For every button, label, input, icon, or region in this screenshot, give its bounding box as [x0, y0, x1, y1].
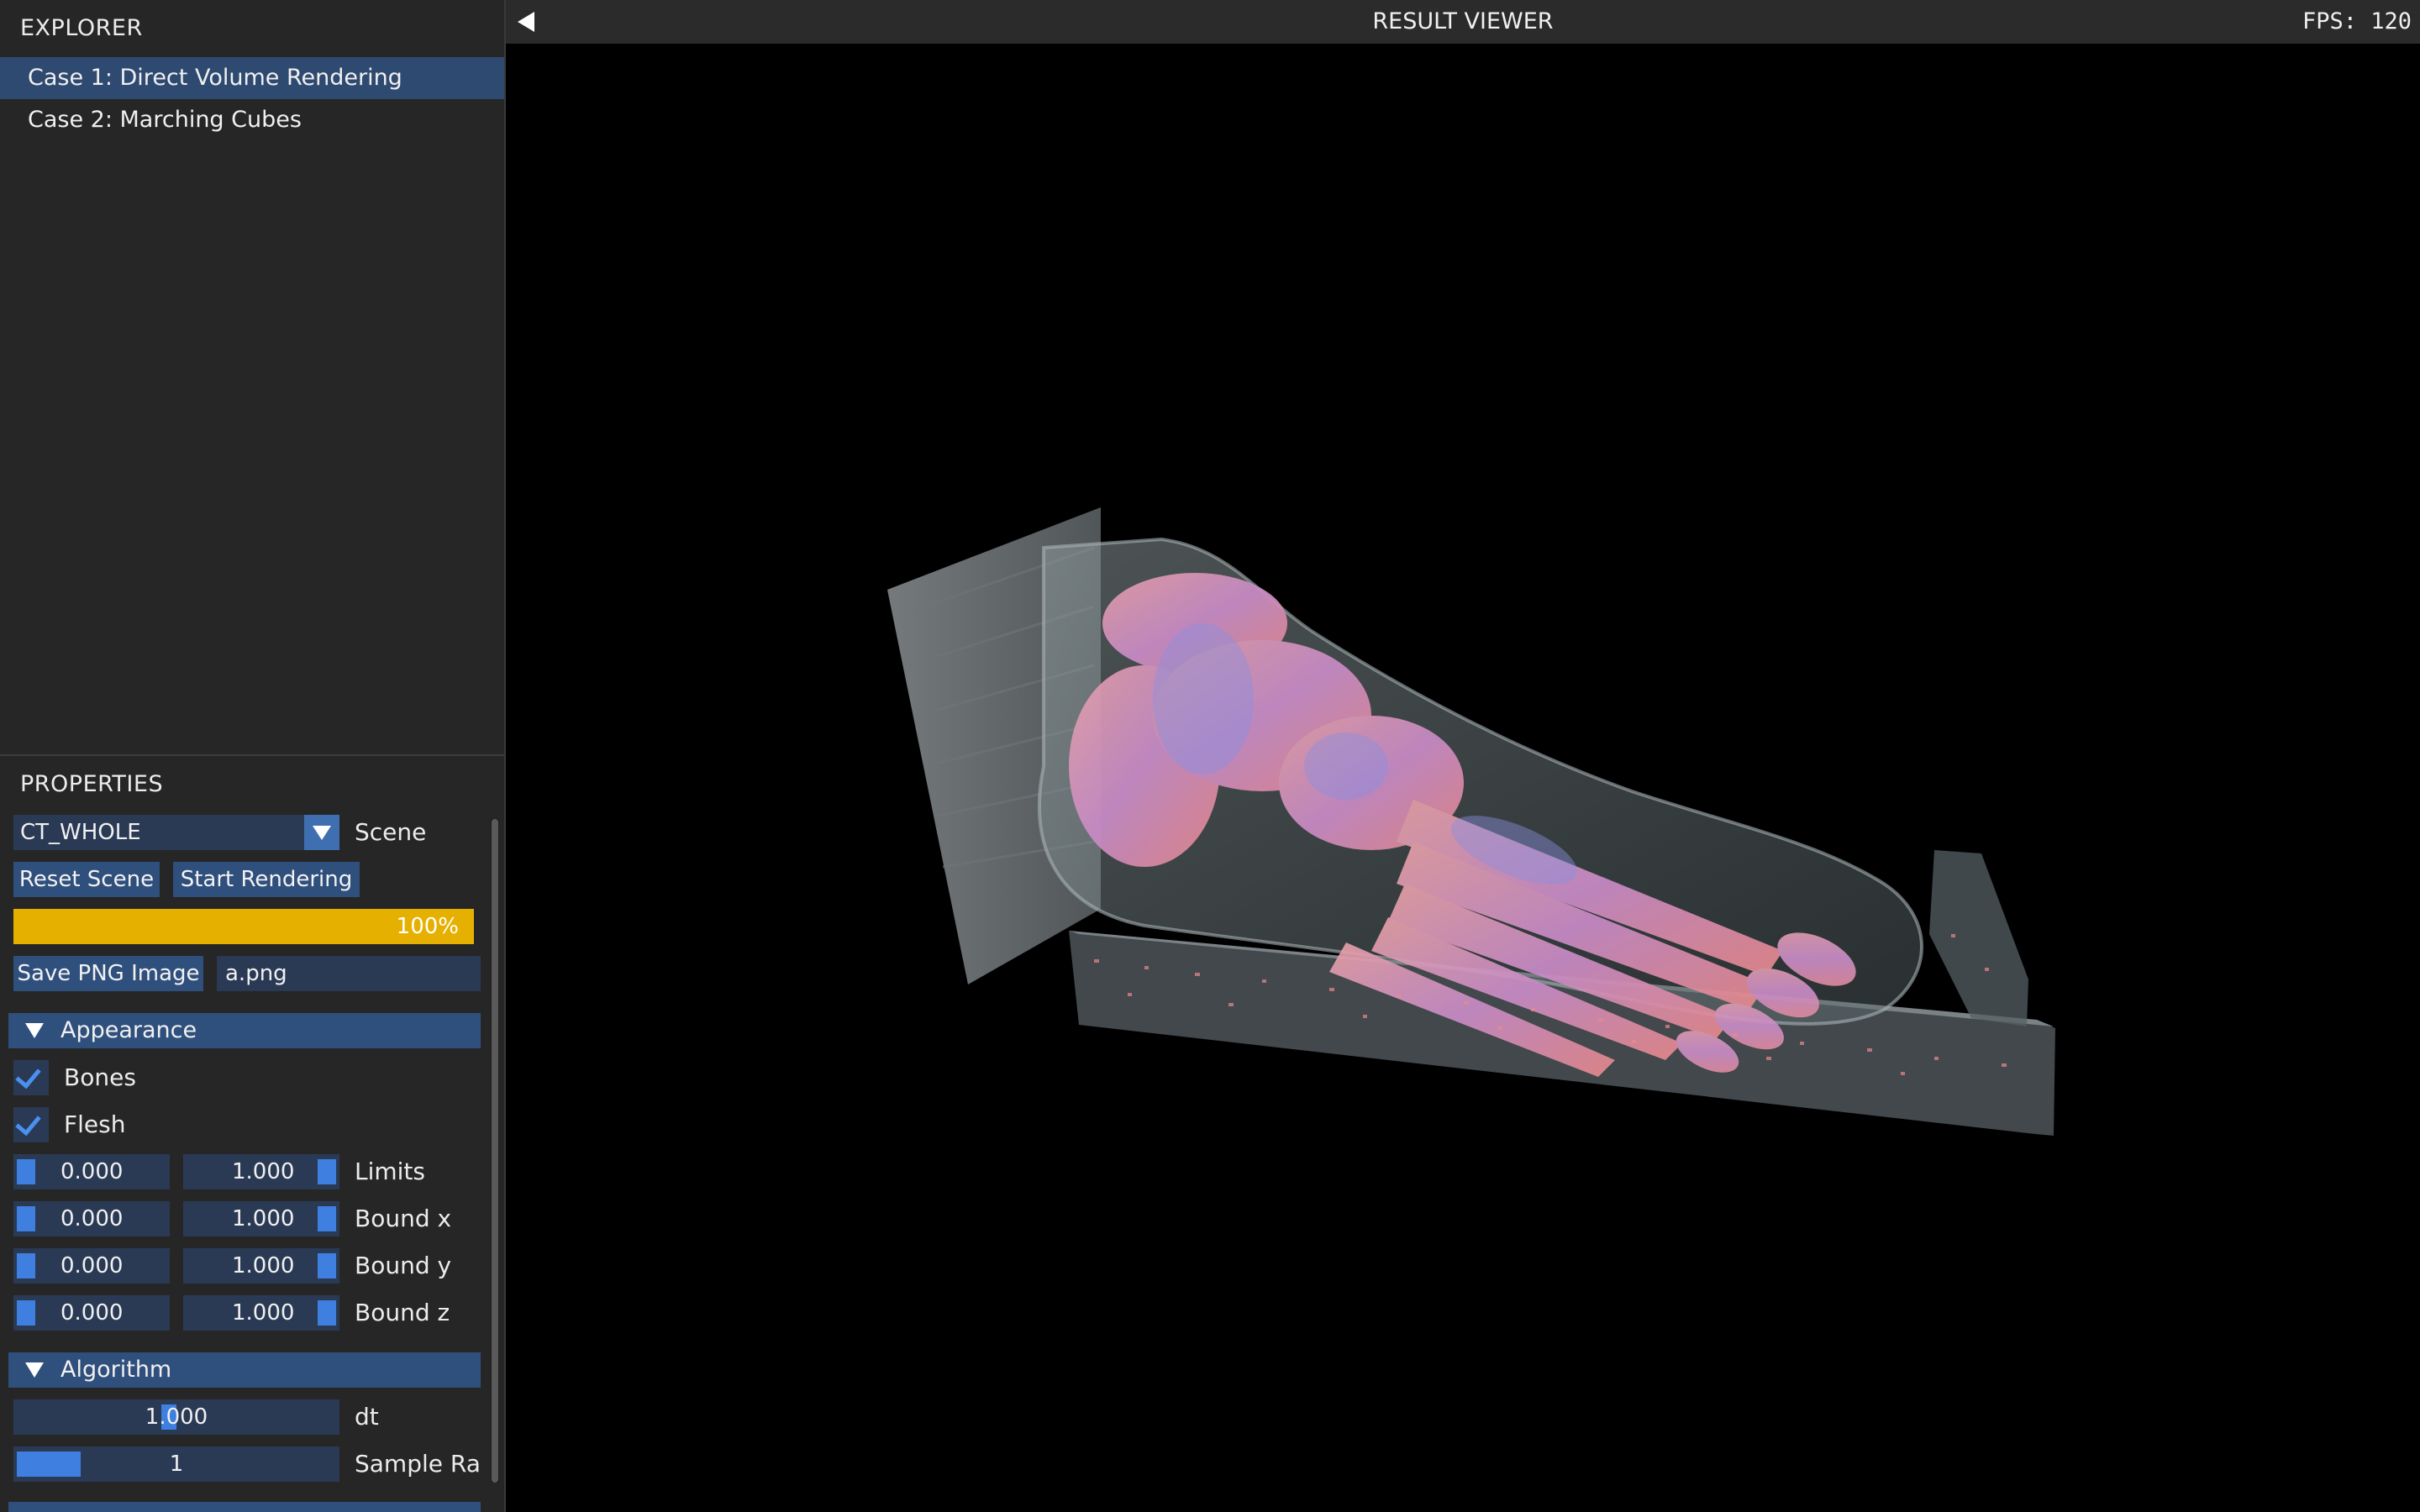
- limits-max-slider[interactable]: 1.000: [183, 1154, 339, 1189]
- result-viewport[interactable]: [506, 44, 2420, 1512]
- bones-label: Bones: [64, 1063, 136, 1091]
- slider-grab[interactable]: [17, 1300, 35, 1326]
- algorithm-header-label: Algorithm: [60, 1357, 172, 1383]
- bound-y-max-value: 1.000: [232, 1253, 295, 1278]
- sample-rate-slider[interactable]: 1: [13, 1446, 339, 1482]
- dt-value: 1.000: [145, 1404, 208, 1430]
- slider-grab[interactable]: [17, 1452, 81, 1477]
- bound-z-min-value: 0.000: [60, 1300, 124, 1326]
- bound-y-max-slider[interactable]: 1.000: [183, 1248, 339, 1284]
- scene-label: Scene: [355, 818, 427, 846]
- slider-grab[interactable]: [318, 1159, 336, 1184]
- scene-select[interactable]: CT_WHOLE: [13, 815, 304, 850]
- dt-label: dt: [355, 1403, 379, 1431]
- left-panel: [0, 0, 504, 1512]
- bound-x-min-slider[interactable]: 0.000: [13, 1201, 170, 1236]
- progress-text: 100%: [396, 914, 459, 939]
- bound-x-min-value: 0.000: [60, 1206, 124, 1231]
- bones-checkbox[interactable]: [13, 1060, 49, 1095]
- triangle-down-icon: [25, 1362, 44, 1378]
- slider-grab[interactable]: [318, 1253, 336, 1278]
- limits-min-value: 0.000: [60, 1159, 124, 1184]
- properties-scrollbar-thumb[interactable]: [492, 819, 498, 1483]
- reset-scene-button[interactable]: Reset Scene: [13, 862, 160, 897]
- bound-x-label: Bound x: [355, 1205, 452, 1232]
- viewer-title: RESULT VIEWER: [1372, 8, 1554, 34]
- flesh-label: Flesh: [64, 1110, 126, 1138]
- save-png-button[interactable]: Save PNG Image: [13, 956, 203, 991]
- slider-grab[interactable]: [318, 1300, 336, 1326]
- bound-y-label: Bound y: [355, 1252, 452, 1279]
- explorer-properties-separator[interactable]: [0, 754, 504, 756]
- viewer-header: RESULT VIEWER FPS: 120: [506, 0, 2420, 44]
- foot-volume-render: [887, 507, 2055, 1136]
- limits-label: Limits: [355, 1158, 425, 1185]
- slider-grab[interactable]: [17, 1253, 35, 1278]
- sample-rate-value: 1: [169, 1452, 184, 1477]
- toe-block-shape: [1929, 850, 2028, 1026]
- render-progress-bar: 100%: [13, 909, 474, 944]
- checkmark-icon: [15, 1109, 41, 1137]
- bound-z-max-value: 1.000: [232, 1300, 295, 1326]
- bound-x-max-value: 1.000: [232, 1206, 295, 1231]
- slider-grab[interactable]: [17, 1159, 35, 1184]
- explorer-title: EXPLORER: [20, 15, 143, 41]
- sample-rate-label: Sample Rat: [355, 1450, 481, 1478]
- slider-grab[interactable]: [318, 1206, 336, 1231]
- bound-y-min-value: 0.000: [60, 1253, 124, 1278]
- appearance-header-label: Appearance: [60, 1017, 197, 1043]
- checkmark-icon: [15, 1062, 41, 1089]
- dt-slider[interactable]: 1.000: [13, 1399, 339, 1435]
- chevron-down-icon[interactable]: [304, 815, 339, 850]
- bound-z-min-slider[interactable]: 0.000: [13, 1295, 170, 1331]
- appearance-header[interactable]: Appearance: [8, 1013, 481, 1048]
- explorer-item-case-1[interactable]: Case 1: Direct Volume Rendering: [0, 57, 504, 99]
- properties-title: PROPERTIES: [20, 771, 164, 797]
- bound-x-max-slider[interactable]: 1.000: [183, 1201, 339, 1236]
- bound-z-label: Bound z: [355, 1299, 450, 1326]
- bound-y-min-slider[interactable]: 0.000: [13, 1248, 170, 1284]
- algorithm-header[interactable]: Algorithm: [8, 1352, 481, 1388]
- bound-z-max-slider[interactable]: 1.000: [183, 1295, 339, 1331]
- slider-grab[interactable]: [17, 1206, 35, 1231]
- limits-max-value: 1.000: [232, 1159, 295, 1184]
- filename-input[interactable]: a.png: [217, 956, 481, 991]
- flesh-checkbox[interactable]: [13, 1107, 49, 1142]
- explorer-item-case-2[interactable]: Case 2: Marching Cubes: [0, 99, 504, 141]
- start-rendering-button[interactable]: Start Rendering: [173, 862, 360, 897]
- limits-min-slider[interactable]: 0.000: [13, 1154, 170, 1189]
- fps-counter: FPS: 120: [2302, 8, 2412, 34]
- next-section-header[interactable]: [8, 1502, 481, 1512]
- triangle-down-icon: [25, 1023, 44, 1038]
